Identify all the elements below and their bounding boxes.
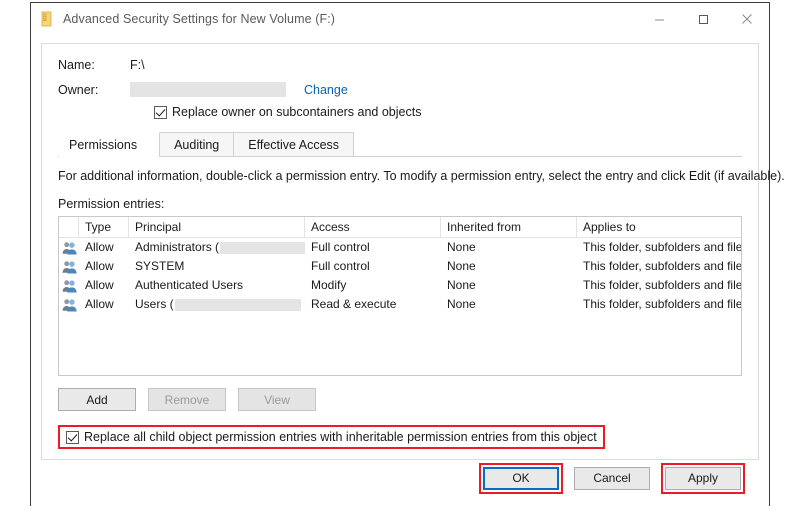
table-row[interactable]: Allow Administrators ( Full control None Thi… [59, 238, 741, 257]
dialog-footer: OK Cancel Apply [41, 460, 759, 496]
cell-type: Allow [85, 259, 114, 273]
name-label: Name: [58, 58, 95, 72]
users-group-icon [59, 257, 79, 276]
owner-row: Owner: Change [58, 82, 742, 97]
cancel-button[interactable]: Cancel [574, 466, 650, 490]
dialog-body: Name: F:\ Owner: Change Replace owner on… [31, 35, 785, 506]
advanced-security-settings-dialog: Advanced Security Settings for New Volum… [30, 2, 785, 506]
name-row: Name: F:\ [58, 58, 742, 72]
cell-principal-text: SYSTEM [135, 259, 185, 273]
cell-type: Allow [85, 297, 114, 311]
table-row[interactable]: Allow Authenticated Users Modify None This f… [59, 276, 741, 295]
replace-owner-checkbox[interactable] [154, 105, 167, 119]
cell-principal-text: Administrators ( [135, 240, 220, 254]
column-header-icon[interactable] [59, 217, 79, 237]
maximize-icon[interactable] [681, 3, 725, 35]
replace-child-permissions-checkbox[interactable] [66, 430, 79, 444]
security-folder-icon [39, 11, 55, 27]
tab-strip: Permissions Auditing Effective Access [58, 131, 742, 157]
cell-applies-to: This folder, subfolders and files [583, 240, 741, 254]
cell-applies-to: This folder, subfolders and files [583, 278, 741, 292]
users-group-icon [59, 238, 79, 257]
cell-access: Full control [311, 259, 370, 273]
window-title: Advanced Security Settings for New Volum… [63, 12, 336, 26]
cell-access: Full control [311, 240, 370, 254]
column-header-inherited-from[interactable]: Inherited from [441, 217, 577, 237]
cell-principal-redacted [220, 241, 305, 254]
replace-child-highlight-annotation: Replace all child object permission entr… [58, 425, 605, 449]
cell-type: Allow [85, 278, 114, 292]
entry-action-buttons: Add Remove View [58, 388, 742, 411]
column-header-access[interactable]: Access [305, 217, 441, 237]
cell-applies-to: This folder, subfolders and files [583, 297, 741, 311]
table-row[interactable]: Allow Users ( Read & execute None This folde… [59, 295, 741, 314]
cell-principal: Users ( [129, 295, 305, 314]
cell-inherited-from: None [447, 278, 476, 292]
table-header: Type Principal Access Inherited from App… [59, 217, 741, 238]
replace-owner-row[interactable]: Replace owner on subcontainers and objec… [154, 105, 742, 119]
tab-effective-access[interactable]: Effective Access [233, 132, 355, 156]
cell-type: Allow [85, 240, 114, 254]
cell-applies-to: This folder, subfolders and files [583, 259, 741, 273]
cell-principal-redacted [174, 298, 301, 311]
remove-button: Remove [148, 388, 226, 411]
tab-auditing[interactable]: Auditing [159, 132, 235, 156]
replace-owner-label: Replace owner on subcontainers and objec… [172, 105, 422, 119]
users-group-icon [59, 295, 79, 314]
close-icon[interactable] [725, 3, 769, 35]
apply-button[interactable]: Apply [665, 466, 741, 490]
cell-principal: Administrators ( [129, 238, 305, 257]
cell-access: Modify [311, 278, 347, 292]
add-button[interactable]: Add [58, 388, 136, 411]
table-body: Allow Administrators ( Full control None Thi… [59, 238, 741, 314]
column-header-principal[interactable]: Principal [129, 217, 305, 237]
users-group-icon [59, 276, 79, 295]
screenshot-root: Advanced Security Settings for New Volum… [0, 0, 800, 510]
cell-principal: Authenticated Users [129, 276, 305, 295]
cell-inherited-from: None [447, 297, 476, 311]
name-value: F:\ [130, 58, 145, 72]
tab-permissions[interactable]: Permissions [58, 132, 161, 157]
ok-button[interactable]: OK [483, 466, 559, 490]
cell-principal: SYSTEM [129, 257, 305, 276]
instruction-text: For additional information, double-click… [58, 169, 785, 183]
permission-entries-list[interactable]: Type Principal Access Inherited from App… [58, 216, 742, 376]
owner-label: Owner: [58, 82, 99, 97]
window-controls [637, 3, 769, 35]
cell-principal-text: Authenticated Users [135, 278, 244, 292]
cell-access: Read & execute [311, 297, 397, 311]
cell-inherited-from: None [447, 259, 476, 273]
column-header-applies-to[interactable]: Applies to [577, 217, 741, 237]
tab-permissions-label: Permissions [69, 138, 138, 152]
tab-auditing-label: Auditing [174, 138, 220, 152]
content-panel: Name: F:\ Owner: Change Replace owner on… [41, 43, 785, 460]
replace-child-permissions-label: Replace all child object permission entr… [84, 430, 597, 444]
table-row[interactable]: Allow SYSTEM Full control None This folder, … [59, 257, 741, 276]
cancel-button-wrap: Cancel [571, 464, 653, 493]
minimize-icon[interactable] [637, 3, 681, 35]
change-owner-link[interactable]: Change [304, 83, 348, 97]
view-button: View [238, 388, 316, 411]
owner-value-redacted [130, 82, 286, 97]
column-header-type[interactable]: Type [79, 217, 129, 237]
cell-principal-text: Users ( [135, 297, 174, 311]
permission-entries-label: Permission entries: [58, 197, 165, 211]
cell-inherited-from: None [447, 240, 476, 254]
apply-button-highlight-annotation: Apply [661, 462, 745, 494]
ok-button-highlight-annotation: OK [479, 462, 563, 494]
tab-effective-access-label: Effective Access [248, 138, 340, 152]
title-bar: Advanced Security Settings for New Volum… [31, 3, 769, 35]
